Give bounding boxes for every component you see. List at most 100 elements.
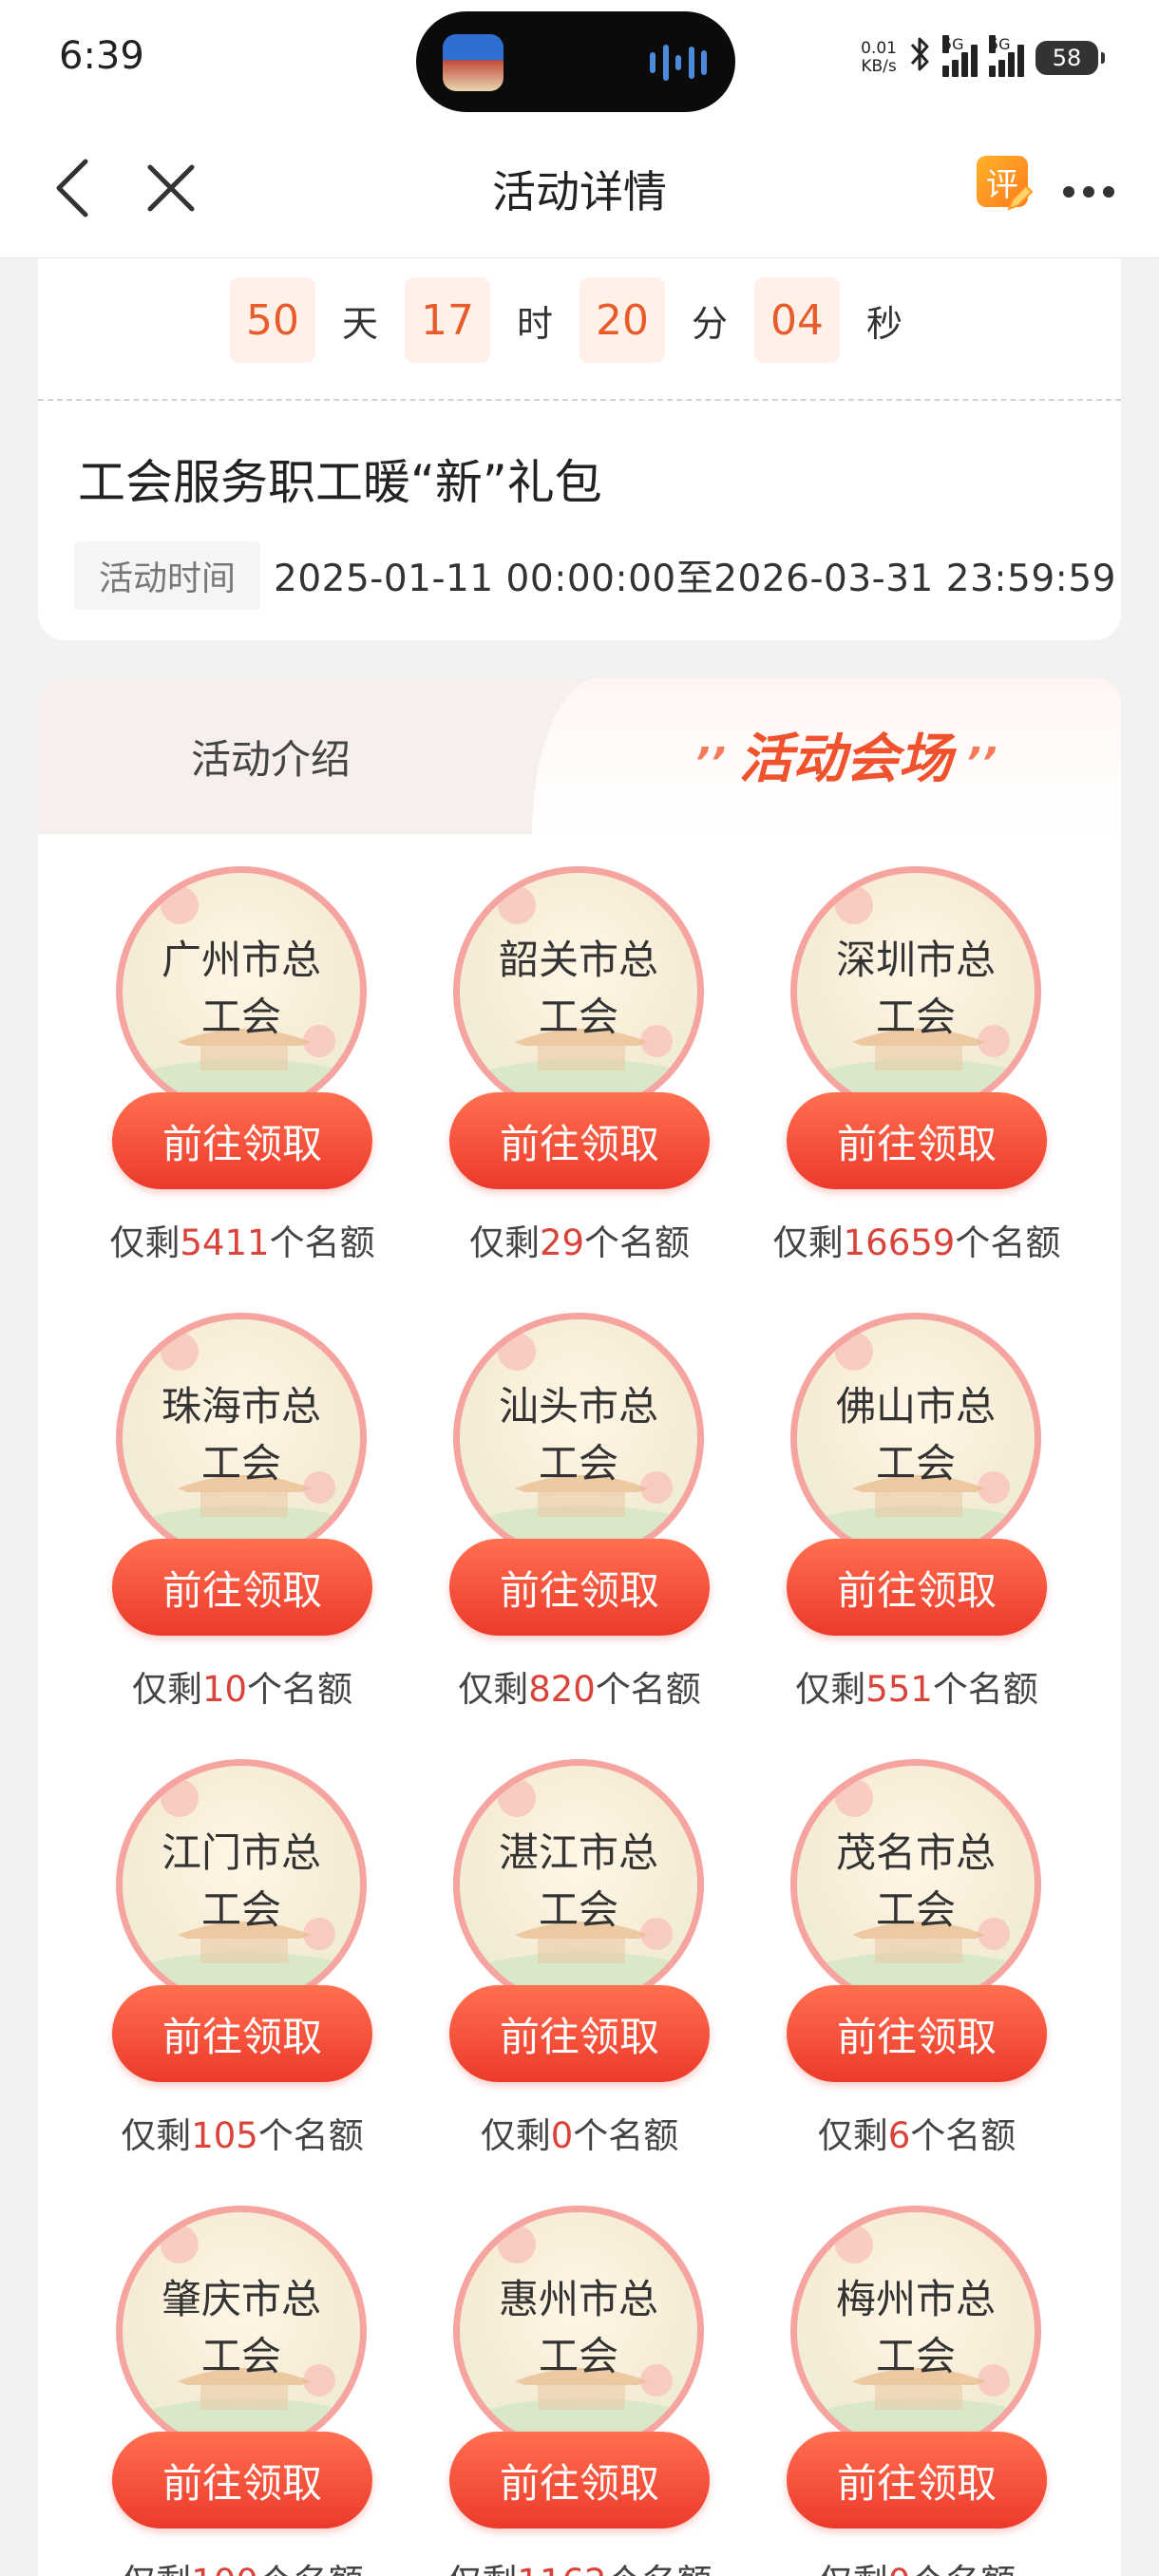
- net-speed-value: 0.01: [861, 39, 897, 58]
- quota-suffix: 个名额: [573, 2115, 679, 2156]
- event-time-value: 2025-01-11 00:00:00至2026-03-31 23:59:59: [274, 558, 1116, 600]
- union-item: 韶关市总 工会 前往领取 仅剩29个名额: [375, 834, 736, 1280]
- union-name: 江门市总 工会: [123, 1825, 360, 1939]
- countdown-seconds: 04: [754, 277, 840, 363]
- union-badge-icon[interactable]: 广州市总 工会: [116, 866, 367, 1117]
- petal-icon: [161, 1779, 199, 1817]
- quota-count: 16659: [843, 1222, 956, 1263]
- union-name-line2: 工会: [538, 1886, 618, 1933]
- union-name-line1: 梅州市总: [835, 2276, 996, 2322]
- union-name: 汕头市总 工会: [460, 1378, 697, 1492]
- claim-button[interactable]: 前往领取: [112, 1539, 372, 1636]
- union-name: 佛山市总 工会: [797, 1378, 1035, 1492]
- dynamic-island[interactable]: [416, 11, 735, 112]
- nav-bar: 活动详情 评: [0, 116, 1159, 258]
- quota-prefix: 仅剩: [795, 1669, 866, 1710]
- claim-button[interactable]: 前往领取: [787, 1539, 1047, 1636]
- quota-prefix: 仅剩: [818, 2562, 888, 2576]
- union-item: 梅州市总 工会 前往领取 仅剩0个名额: [712, 2173, 1074, 2576]
- quota-suffix: 个名额: [910, 2562, 1016, 2576]
- union-badge-icon[interactable]: 韶关市总 工会: [453, 866, 704, 1117]
- event-time-row: 活动时间 2025-01-11 00:00:00至2026-03-31 23:5…: [74, 541, 1116, 610]
- claim-button[interactable]: 前往领取: [787, 2432, 1047, 2529]
- union-name: 肇庆市总 工会: [123, 2271, 360, 2385]
- quota-prefix: 仅剩: [468, 1222, 540, 1263]
- venue-card: 活动介绍 ’’ 活动会场’’ 广州市总 工会 前往领取 仅剩5411个名额 韶关…: [38, 678, 1121, 2576]
- union-name: 深圳市总 工会: [797, 932, 1035, 1046]
- claim-button[interactable]: 前往领取: [787, 1092, 1047, 1189]
- union-badge-icon[interactable]: 梅州市总 工会: [790, 2206, 1041, 2456]
- signal-icon: 5G: [942, 35, 978, 77]
- union-name-line2: 工会: [200, 994, 281, 1040]
- quota-count: 5411: [180, 1222, 270, 1263]
- union-badge-icon[interactable]: 惠州市总 工会: [453, 2206, 704, 2456]
- tab-venue-label: 活动会场: [739, 729, 952, 790]
- union-name-line2: 工会: [200, 1886, 281, 1933]
- countdown: 50 天 17 时 20 分 04 秒: [38, 275, 1121, 365]
- claim-button[interactable]: 前往领取: [449, 1092, 710, 1189]
- union-name-line1: 珠海市总: [161, 1383, 321, 1430]
- quota-count: 29: [539, 1222, 585, 1263]
- quota-count: 105: [191, 2115, 258, 2156]
- petal-icon: [498, 1333, 536, 1371]
- claim-button[interactable]: 前往领取: [112, 1092, 372, 1189]
- tab-venue[interactable]: ’’ 活动会场 ’’: [570, 716, 1121, 793]
- union-name: 梅州市总 工会: [797, 2271, 1035, 2385]
- claim-button[interactable]: 前往领取: [112, 1985, 372, 2082]
- union-name-line2: 工会: [875, 2333, 956, 2379]
- union-name: 茂名市总 工会: [797, 1825, 1035, 1939]
- union-badge-icon[interactable]: 佛山市总 工会: [790, 1313, 1041, 1563]
- union-name: 广州市总 工会: [123, 932, 360, 1046]
- remaining-quota: 仅剩551个名额: [712, 1660, 1121, 1712]
- status-indicators: 0.01 KB/s 5G 5G 58: [861, 34, 1105, 82]
- union-name: 韶关市总 工会: [460, 932, 697, 1046]
- claim-button[interactable]: 前往领取: [787, 1985, 1047, 2082]
- signal-icon-2: 5G: [989, 35, 1024, 77]
- signal1-label: 5G: [942, 35, 964, 53]
- quota-count: 100: [191, 2562, 258, 2576]
- quota-suffix: 个名额: [258, 2562, 364, 2576]
- remaining-quota: 仅剩16659个名额: [712, 1214, 1121, 1265]
- quota-prefix: 仅剩: [121, 2562, 191, 2576]
- claim-button[interactable]: 前往领取: [449, 2432, 710, 2529]
- petal-icon: [835, 1333, 873, 1371]
- union-badge-icon[interactable]: 汕头市总 工会: [453, 1313, 704, 1563]
- status-bar: 6:39 0.01 KB/s 5G 5G 58: [0, 0, 1159, 116]
- petal-icon: [161, 886, 199, 924]
- union-badge-icon[interactable]: 湛江市总 工会: [453, 1759, 704, 2010]
- union-badge-icon[interactable]: 肇庆市总 工会: [116, 2206, 367, 2456]
- quota-count: 551: [865, 1669, 933, 1710]
- union-name-line1: 深圳市总: [835, 937, 996, 983]
- quota-prefix: 仅剩: [121, 2115, 192, 2156]
- quota-prefix: 仅剩: [109, 1222, 180, 1263]
- quota-suffix: 个名额: [955, 1222, 1061, 1263]
- more-icon[interactable]: [1062, 184, 1115, 198]
- claim-button[interactable]: 前往领取: [449, 1985, 710, 2082]
- union-name-line1: 广州市总: [161, 937, 321, 983]
- union-item: 江门市总 工会 前往领取 仅剩105个名额: [38, 1727, 399, 2173]
- quota-suffix: 个名额: [607, 2562, 712, 2576]
- union-item: 佛山市总 工会 前往领取 仅剩551个名额: [712, 1280, 1074, 1727]
- event-time-label: 活动时间: [74, 541, 261, 610]
- quota-suffix: 个名额: [269, 1222, 375, 1263]
- union-badge-icon[interactable]: 深圳市总 工会: [790, 866, 1041, 1117]
- quota-count: 820: [528, 1669, 596, 1710]
- union-item: 珠海市总 工会 前往领取 仅剩10个名额: [38, 1280, 399, 1727]
- quota-count: 0: [888, 2562, 911, 2576]
- union-badge-icon[interactable]: 珠海市总 工会: [116, 1313, 367, 1563]
- tab-intro[interactable]: 活动介绍: [38, 728, 504, 786]
- petal-icon: [161, 1333, 199, 1371]
- claim-button[interactable]: 前往领取: [449, 1539, 710, 1636]
- union-badge-icon[interactable]: 江门市总 工会: [116, 1759, 367, 2010]
- petal-icon: [835, 886, 873, 924]
- quota-suffix: 个名额: [584, 1222, 691, 1263]
- event-title: 工会服务职工暖“新”礼包: [78, 455, 602, 510]
- countdown-hours-unit: 时: [516, 302, 553, 345]
- union-badge-icon[interactable]: 茂名市总 工会: [790, 1759, 1041, 2010]
- union-name-line2: 工会: [200, 2333, 281, 2379]
- tab-bar: 活动介绍 ’’ 活动会场 ’’: [38, 678, 1121, 834]
- signal2-label: 5G: [989, 35, 1011, 53]
- quota-suffix: 个名额: [257, 2115, 364, 2156]
- claim-button[interactable]: 前往领取: [112, 2432, 372, 2529]
- quota-prefix: 仅剩: [480, 2115, 551, 2156]
